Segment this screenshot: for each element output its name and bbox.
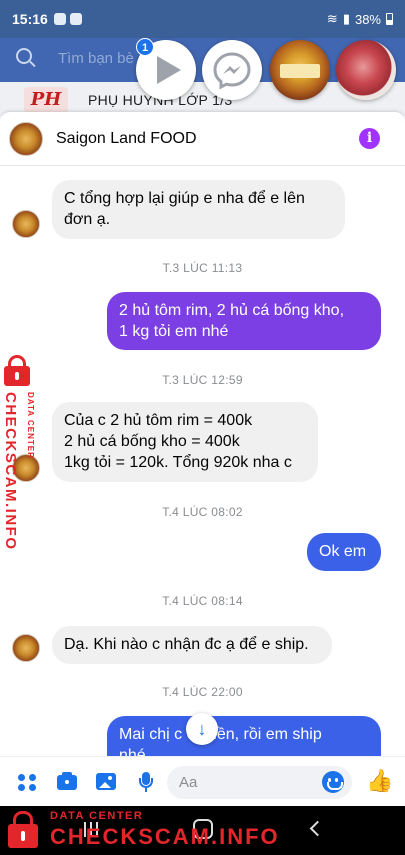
scroll-to-bottom-button[interactable]: ↓ [186, 713, 218, 745]
message-line: 1kg tỏi = 120k. Tổng 920k nha c [64, 454, 292, 471]
microphone-icon[interactable] [134, 770, 158, 794]
messenger-icon [213, 52, 251, 90]
group-logo: PH [24, 87, 68, 113]
message-line: Của c 2 hủ tôm rim = 400k [64, 412, 253, 429]
camera-icon[interactable] [55, 770, 79, 794]
message-line: Mai chị c ển tiền, rồi em ship [119, 726, 322, 743]
lock-icon [4, 355, 30, 386]
app-notification-icon [53, 13, 66, 25]
incoming-message[interactable]: Của c 2 hủ tôm rim = 400k 2 hủ cá bống k… [52, 402, 318, 482]
product-label-image [280, 64, 320, 78]
outgoing-message[interactable]: Ok em [307, 533, 381, 571]
chat-head-meat-photo[interactable] [336, 40, 396, 100]
watermark-small-text: DATA CENTER [26, 392, 35, 459]
unread-badge: 1 [136, 38, 154, 56]
dot [18, 784, 25, 791]
more-actions-icon[interactable] [16, 770, 40, 794]
message-input-placeholder: Aa [179, 774, 198, 791]
chat-header: Saigon Land FOOD i [0, 112, 405, 166]
message-line: 1 kg tỏi em nhé [119, 323, 229, 340]
status-right: ≋ ▮ 38% [327, 11, 393, 27]
screen: 15:16 ≋ ▮ 38% Tìm bạn bè PH PHỤ HUYNH LỚ… [0, 0, 405, 855]
back-button[interactable] [309, 820, 326, 837]
message-timestamp: T.3 LÚC 11:13 [162, 261, 243, 275]
dot [29, 774, 36, 781]
message-composer: Aa 👍 [0, 756, 405, 806]
message-timestamp: T.3 LÚC 12:59 [162, 373, 243, 387]
info-icon[interactable]: i [359, 128, 380, 149]
watermark-big-text: CHECKSCAM.INFO [2, 392, 19, 551]
play-icon [157, 56, 181, 84]
mic-stem [145, 788, 147, 792]
chat-head-messenger[interactable] [202, 40, 262, 100]
gallery-icon[interactable] [94, 770, 118, 794]
sender-avatar[interactable] [12, 634, 40, 662]
thumbs-up-icon[interactable]: 👍 [366, 769, 393, 793]
mic-arc [139, 778, 153, 788]
battery-level: 38% [354, 11, 381, 27]
emoji-icon[interactable] [322, 771, 344, 793]
camera-lens [63, 778, 71, 786]
message-input[interactable]: Aa [167, 766, 352, 799]
search-input[interactable]: Tìm bạn bè [58, 50, 134, 67]
contact-name[interactable]: Saigon Land FOOD [56, 130, 197, 148]
gallery-sun [108, 776, 112, 780]
message-line: Dạ. Khi nào c nhận đc ạ để e ship. [64, 636, 309, 653]
watermark-bottom: DATA CENTER CHECKSCAM.INFO [0, 800, 278, 855]
watermark-big-text: CHECKSCAM.INFO [50, 824, 280, 849]
message-timestamp: T.4 LÚC 08:02 [162, 505, 243, 519]
gallery-mountain [99, 782, 111, 788]
wifi-icon: ≋ [326, 11, 338, 26]
contact-avatar[interactable] [9, 122, 43, 156]
incoming-message[interactable]: Dạ. Khi nào c nhận đc ạ để e ship. [52, 626, 332, 664]
message-line: Ok em [319, 543, 367, 560]
lock-icon [8, 811, 38, 848]
chat-panel: Saigon Land FOOD i C tổng hợp lại giúp e… [0, 112, 405, 812]
watermark-small-text: DATA CENTER [50, 810, 144, 822]
status-bar: 15:16 ≋ ▮ 38% [0, 0, 405, 38]
message-list[interactable]: C tổng hợp lại giúp e nha để e lên đơn ạ… [0, 166, 405, 774]
message-line: đơn ạ. [64, 211, 111, 228]
status-time: 15:16 [12, 11, 48, 27]
battery-icon [386, 13, 393, 25]
message-timestamp: T.4 LÚC 08:14 [162, 594, 243, 608]
search-icon[interactable] [16, 48, 32, 64]
message-line: 2 hủ cá bống kho = 400k [64, 433, 240, 450]
dot [18, 774, 25, 781]
message-line: 2 hủ tôm rim, 2 hủ cá bống kho, [119, 302, 345, 319]
message-line: C tổng hợp lại giúp e nha để e lên [64, 190, 305, 207]
outgoing-message[interactable]: 2 hủ tôm rim, 2 hủ cá bống kho, 1 kg tỏi… [107, 292, 381, 350]
shield-notification-icon [69, 13, 82, 25]
sender-avatar[interactable] [12, 210, 40, 238]
chat-head-saigon-land-food[interactable] [270, 40, 330, 100]
watermark-side: CHECKSCAM.INFO DATA CENTER [0, 352, 48, 552]
incoming-message[interactable]: C tổng hợp lại giúp e nha để e lên đơn ạ… [52, 180, 345, 239]
message-timestamp: T.4 LÚC 22:00 [162, 685, 243, 699]
dot [29, 784, 36, 791]
signal-icon: ▮ [342, 11, 350, 26]
